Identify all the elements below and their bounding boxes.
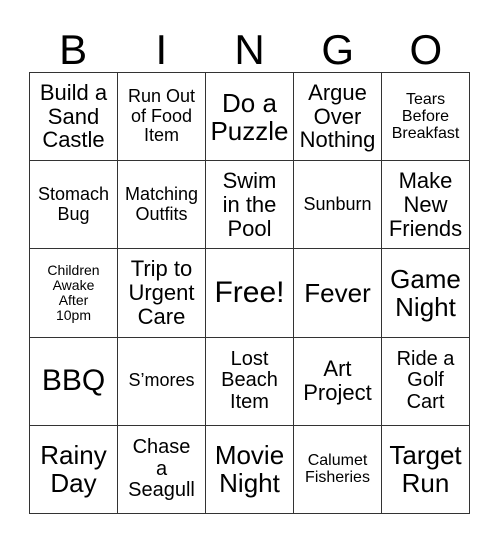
cell-text: Chase a Seagull: [128, 436, 195, 502]
cell-text: Fever: [304, 277, 371, 308]
bingo-cell-free[interactable]: Free!: [206, 249, 294, 338]
bingo-cell[interactable]: S’mores: [118, 337, 206, 426]
header-letter-b: B: [59, 26, 88, 73]
cell-text: Children Awake After 10pm: [47, 261, 100, 324]
header-letter-g: G: [321, 26, 355, 73]
bingo-cell[interactable]: Swim in the Pool: [206, 161, 294, 250]
cell-text: Art Project: [303, 356, 372, 406]
cell-text: Rainy Day: [40, 440, 107, 499]
cell-text: Calumet Fisheries: [305, 452, 370, 487]
cell-text: Target Run: [389, 440, 462, 499]
cell-text: Matching Outfits: [124, 184, 199, 224]
bingo-cell[interactable]: Art Project: [294, 337, 382, 426]
cell-text: BBQ: [41, 364, 106, 397]
header-letter-o: O: [409, 26, 443, 73]
bingo-cell[interactable]: Run Out of Food Item: [118, 73, 206, 162]
bingo-cell[interactable]: Stomach Bug: [30, 161, 118, 250]
cell-text: Game Night: [390, 263, 461, 322]
bingo-cell[interactable]: Chase a Seagull: [118, 425, 206, 514]
bingo-grid: Build a Sand Castle Run Out of Food Item…: [29, 72, 470, 514]
bingo-cell[interactable]: Argue Over Nothing: [294, 73, 382, 162]
cell-text: Ride a Golf Cart: [396, 347, 455, 413]
header-letter-i: I: [155, 26, 168, 73]
bingo-cell[interactable]: Movie Night: [206, 425, 294, 514]
cell-text: Trip to Urgent Care: [128, 256, 195, 329]
header-letter-n: N: [234, 26, 265, 73]
cell-text: Argue Over Nothing: [299, 79, 376, 153]
bingo-cell[interactable]: Sunburn: [294, 161, 382, 250]
cell-text: Movie Night: [214, 440, 285, 499]
bingo-header: B I N G O: [29, 28, 470, 72]
bingo-cell[interactable]: BBQ: [30, 337, 118, 426]
cell-text: Build a Sand Castle: [39, 79, 108, 153]
cell-text: Stomach Bug: [37, 184, 110, 224]
cell-text: Tears Before Breakfast: [391, 90, 460, 143]
cell-text: Run Out of Food Item: [127, 86, 196, 146]
cell-text: Lost Beach Item: [221, 347, 278, 413]
bingo-cell[interactable]: Target Run: [382, 425, 470, 514]
bingo-cell[interactable]: Fever: [294, 249, 382, 338]
cell-text: S’mores: [128, 370, 195, 391]
cell-text: Do a Puzzle: [210, 87, 289, 146]
bingo-cell[interactable]: Ride a Golf Cart: [382, 337, 470, 426]
cell-text: Make New Friends: [388, 168, 463, 241]
bingo-cell[interactable]: Rainy Day: [30, 425, 118, 514]
bingo-cell[interactable]: Make New Friends: [382, 161, 470, 250]
cell-text: Sunburn: [303, 194, 372, 215]
bingo-cell[interactable]: Calumet Fisheries: [294, 425, 382, 514]
bingo-cell[interactable]: Matching Outfits: [118, 161, 206, 250]
bingo-cell[interactable]: Game Night: [382, 249, 470, 338]
bingo-cell[interactable]: Do a Puzzle: [206, 73, 294, 162]
cell-text: Free!: [214, 275, 285, 309]
bingo-cell[interactable]: Tears Before Breakfast: [382, 73, 470, 162]
bingo-cell[interactable]: Build a Sand Castle: [30, 73, 118, 162]
bingo-cell[interactable]: Children Awake After 10pm: [30, 249, 118, 338]
cell-text: Swim in the Pool: [222, 168, 277, 241]
bingo-cell[interactable]: Lost Beach Item: [206, 337, 294, 426]
bingo-cell[interactable]: Trip to Urgent Care: [118, 249, 206, 338]
